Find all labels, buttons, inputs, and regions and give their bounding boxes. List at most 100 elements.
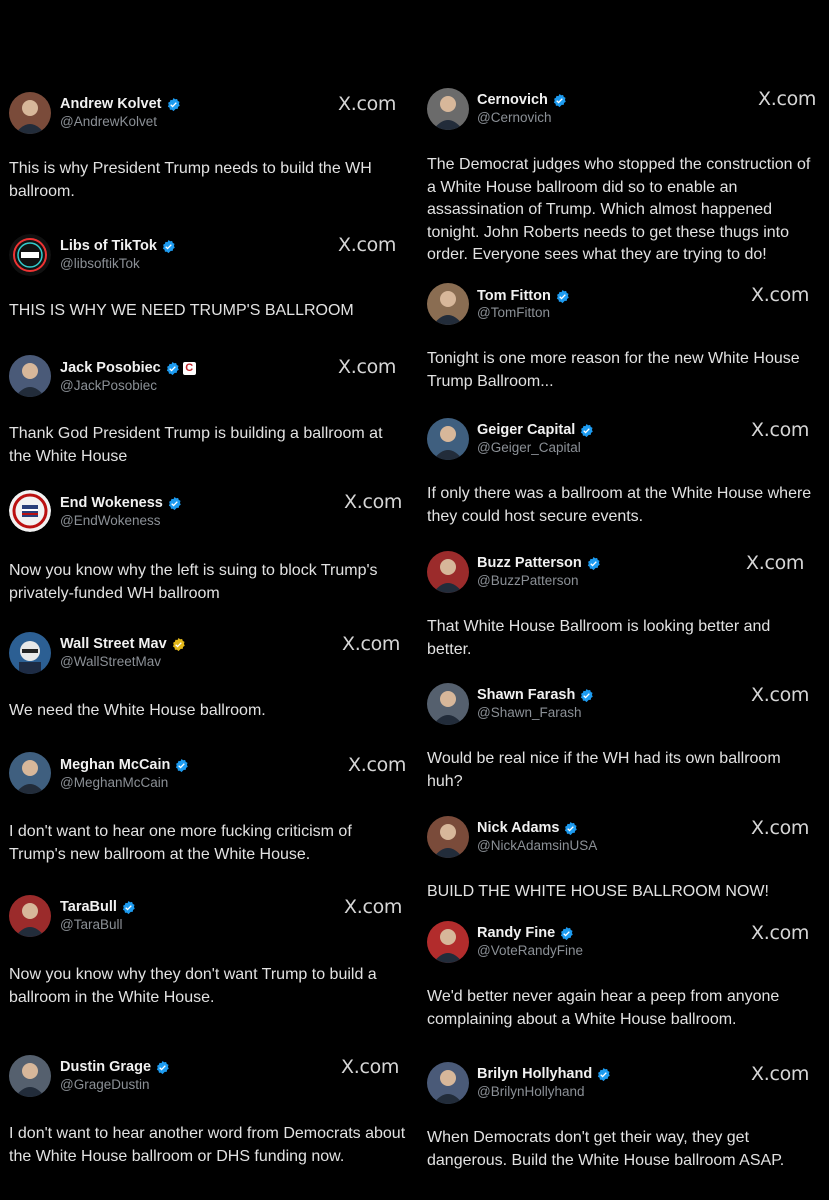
author-handle[interactable]: @MeghanMcCain xyxy=(60,775,168,790)
author-name[interactable]: Dustin Grage xyxy=(60,1059,170,1075)
author-name-label: TaraBull xyxy=(60,899,117,915)
author-handle[interactable]: @AndrewKolvet xyxy=(60,114,157,129)
author-handle[interactable]: @BrilynHollyhand xyxy=(477,1084,585,1099)
avatar[interactable] xyxy=(427,816,469,858)
author-name[interactable]: Tom Fitton xyxy=(477,288,570,304)
x-logo-label: X.com xyxy=(344,491,403,513)
author-name[interactable]: Nick Adams xyxy=(477,820,578,836)
author-name[interactable]: Libs of TikTok xyxy=(60,238,176,254)
x-logo-label: X.com xyxy=(751,922,810,944)
avatar[interactable] xyxy=(9,355,51,397)
author-name-label: Libs of TikTok xyxy=(60,238,157,254)
x-logo-label: X.com xyxy=(751,419,810,441)
author-handle[interactable]: @TaraBull xyxy=(60,917,122,932)
author-name[interactable]: Brilyn Hollyhand xyxy=(477,1066,611,1082)
avatar[interactable] xyxy=(427,418,469,460)
verified-badge-icon xyxy=(165,361,180,376)
post-text: Thank God President Trump is building a … xyxy=(9,425,383,465)
x-logo-label: X.com xyxy=(342,633,401,655)
verified-badge-icon xyxy=(174,758,189,773)
author-handle[interactable]: @TomFitton xyxy=(477,305,550,320)
x-logo-label: X.com xyxy=(751,817,810,839)
author-name[interactable]: Jack Posobiec C xyxy=(60,360,196,376)
post-text: I don't want to hear one more fucking cr… xyxy=(9,823,352,863)
post-text: If only there was a ballroom at the Whit… xyxy=(427,485,812,525)
verified-badge-icon xyxy=(166,97,181,112)
x-logo-label: X.com xyxy=(746,552,805,574)
author-handle[interactable]: @Shawn_Farash xyxy=(477,705,582,720)
author-name-label: Shawn Farash xyxy=(477,687,576,703)
verified-badge-icon xyxy=(586,556,601,571)
author-handle[interactable]: @EndWokeness xyxy=(60,513,161,528)
author-name[interactable]: Wall Street Mav xyxy=(60,636,186,652)
avatar[interactable] xyxy=(427,88,469,130)
avatar[interactable] xyxy=(9,1055,51,1097)
author-handle[interactable]: @BuzzPatterson xyxy=(477,573,579,588)
avatar[interactable] xyxy=(427,683,469,725)
affiliate-badge-icon: C xyxy=(182,361,196,375)
author-name[interactable]: Geiger Capital xyxy=(477,422,594,438)
author-handle[interactable]: @Geiger_Capital xyxy=(477,440,581,455)
author-handle[interactable]: @GrageDustin xyxy=(60,1077,150,1092)
avatar[interactable] xyxy=(427,283,469,325)
author-name-label: Wall Street Mav xyxy=(60,636,167,652)
post-text: Tonight is one more reason for the new W… xyxy=(427,350,800,390)
author-name-label: Brilyn Hollyhand xyxy=(477,1066,593,1082)
author-name-label: Meghan McCain xyxy=(60,757,171,773)
author-handle[interactable]: @NickAdamsinUSA xyxy=(477,838,597,853)
author-handle[interactable]: @WallStreetMav xyxy=(60,654,161,669)
author-name[interactable]: Andrew Kolvet xyxy=(60,96,181,112)
post-text: We'd better never again hear a peep from… xyxy=(427,988,780,1028)
verified-badge-icon xyxy=(161,239,176,254)
post-text: Would be real nice if the WH had its own… xyxy=(427,750,781,790)
post-text: We need the White House ballroom. xyxy=(9,702,266,719)
post-text: The Democrat judges who stopped the cons… xyxy=(427,156,811,263)
author-handle[interactable]: @JackPosobiec xyxy=(60,378,157,393)
x-logo-label: X.com xyxy=(751,684,810,706)
author-name-label: Geiger Capital xyxy=(477,422,576,438)
author-handle[interactable]: @VoteRandyFine xyxy=(477,943,583,958)
verified-badge-icon xyxy=(579,688,594,703)
author-name-label: End Wokeness xyxy=(60,495,163,511)
author-name-label: Tom Fitton xyxy=(477,288,551,304)
author-name[interactable]: End Wokeness xyxy=(60,495,182,511)
author-name[interactable]: Shawn Farash xyxy=(477,687,594,703)
verified-badge-icon xyxy=(167,496,182,511)
avatar[interactable] xyxy=(427,551,469,593)
author-handle[interactable]: @libsoftikTok xyxy=(60,256,140,271)
post-text: THIS IS WHY WE NEED TRUMP'S BALLROOM xyxy=(9,302,354,319)
post-text: That White House Ballroom is looking bet… xyxy=(427,618,771,658)
author-name[interactable]: Meghan McCain xyxy=(60,757,189,773)
verified-badge-icon xyxy=(552,93,567,108)
avatar[interactable] xyxy=(427,1062,469,1104)
author-name-label: Dustin Grage xyxy=(60,1059,152,1075)
avatar[interactable] xyxy=(9,234,51,276)
author-name-label: Buzz Patterson xyxy=(477,555,582,571)
avatar[interactable] xyxy=(9,752,51,794)
author-name[interactable]: TaraBull xyxy=(60,899,136,915)
author-name-label: Jack Posobiec xyxy=(60,360,161,376)
post-text: BUILD THE WHITE HOUSE BALLROOM NOW! xyxy=(427,883,769,900)
avatar[interactable] xyxy=(9,895,51,937)
x-logo-label: X.com xyxy=(751,1063,810,1085)
avatar[interactable] xyxy=(9,92,51,134)
author-name[interactable]: Cernovich xyxy=(477,92,567,108)
x-logo-label: X.com xyxy=(344,896,403,918)
x-logo-label: X.com xyxy=(751,284,810,306)
x-logo-label: X.com xyxy=(348,754,407,776)
post-text: Now you know why the left is suing to bl… xyxy=(9,562,378,602)
verified-badge-icon xyxy=(155,1060,170,1075)
avatar[interactable] xyxy=(9,490,51,532)
author-handle[interactable]: @Cernovich xyxy=(477,110,551,125)
author-name[interactable]: Buzz Patterson xyxy=(477,555,601,571)
avatar[interactable] xyxy=(9,632,51,674)
avatar[interactable] xyxy=(427,921,469,963)
x-logo-label: X.com xyxy=(338,234,397,256)
verified-badge-icon xyxy=(121,900,136,915)
x-logo-label: X.com xyxy=(338,93,397,115)
author-name[interactable]: Randy Fine xyxy=(477,925,574,941)
author-name-label: Cernovich xyxy=(477,92,548,108)
verified-badge-icon xyxy=(559,926,574,941)
x-logo-label: X.com xyxy=(341,1056,400,1078)
x-logo-label: X.com xyxy=(338,356,397,378)
